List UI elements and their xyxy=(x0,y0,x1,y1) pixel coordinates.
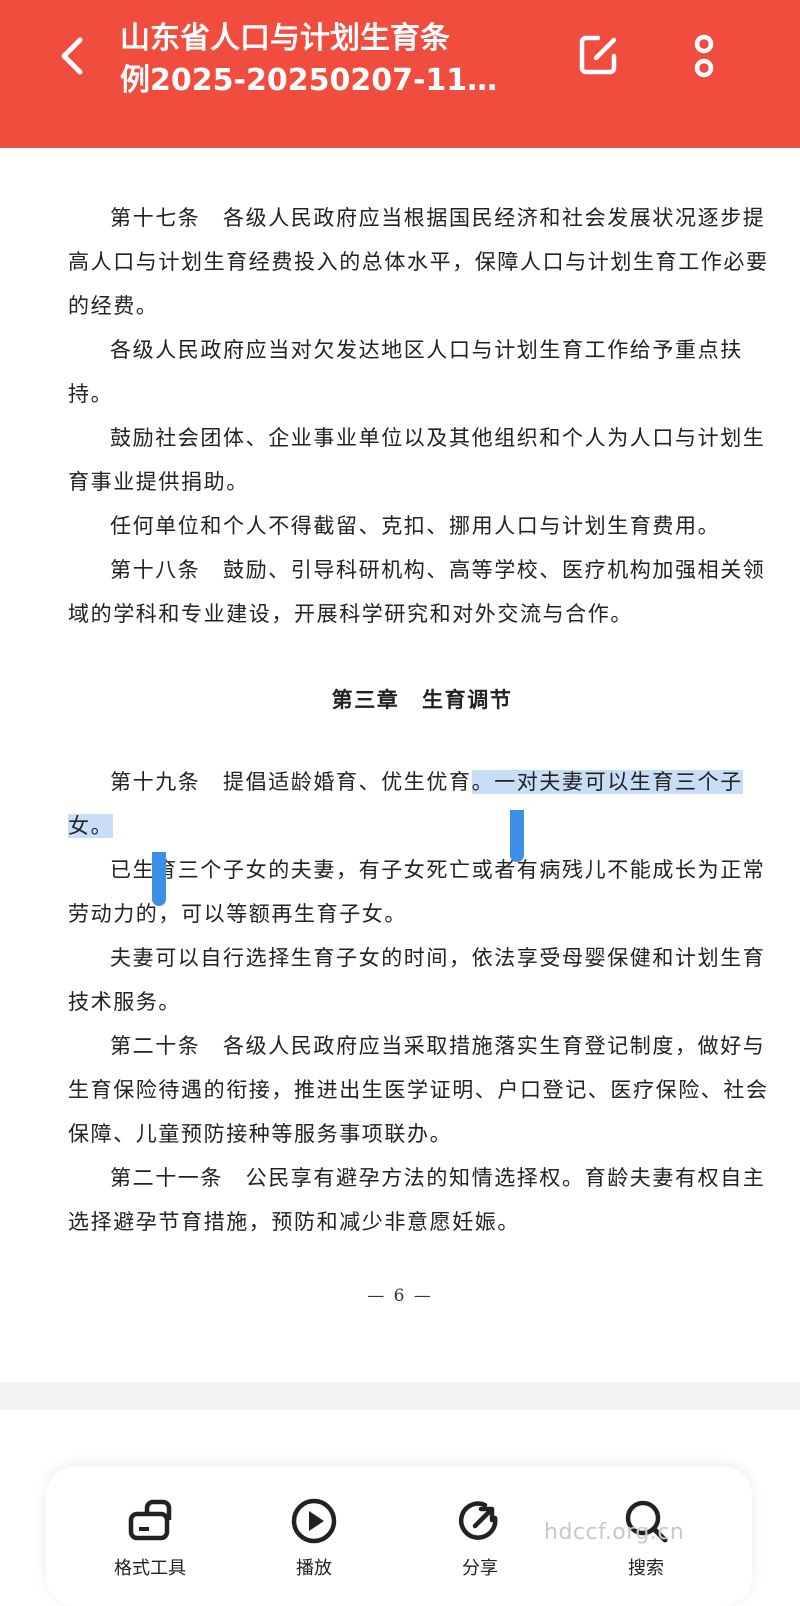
back-button[interactable] xyxy=(52,34,92,78)
play-label: 播放 xyxy=(296,1558,332,1579)
article-20: 第二十条 各级人民政府应当采取措施落实生育登记制度，做好与生育保险待遇的衔接，推… xyxy=(68,1034,769,1146)
article-21: 第二十一条 公民享有避孕方法的知情选择权。育龄夫妻有权自主选择避孕节育措施，预防… xyxy=(68,1166,766,1234)
chapter-title: 第三章 生育调节 xyxy=(331,688,513,712)
article-17-paragraph-3: 鼓励社会团体、企业事业单位以及其他组织和个人为人口与计划生育事业提供捐助。 xyxy=(68,426,766,494)
edit-icon xyxy=(579,35,617,75)
app-header: 山东省人口与计划生育条 例2025-20250207-11… xyxy=(0,0,800,148)
document-title: 山东省人口与计划生育条 例2025-20250207-11… xyxy=(120,18,540,102)
play-button[interactable]: 播放 xyxy=(254,1496,374,1580)
title-line-2: 例2025-20250207-11… xyxy=(120,63,498,98)
watermark: hdccf.org.cn xyxy=(544,1520,685,1545)
chevron-left-icon xyxy=(61,37,83,75)
more-vertical-icon xyxy=(694,34,714,78)
title-line-1: 山东省人口与计划生育条 xyxy=(120,21,450,56)
play-icon xyxy=(291,1498,337,1544)
article-17-paragraph-2: 各级人民政府应当对欠发达地区人口与计划生育工作给予重点扶持。 xyxy=(68,338,743,406)
selection-end-handle[interactable] xyxy=(152,852,166,906)
format-tools-label: 格式工具 xyxy=(114,1558,186,1579)
document-body: 第十七条 各级人民政府应当根据国民经济和社会发展状况逐步提高人口与计划生育经费投… xyxy=(68,196,776,1244)
article-19-paragraph-2: 已生育三个子女的夫妻，有子女死亡或者有病残儿不能成长为正常劳动力的，可以等额再生… xyxy=(68,858,766,926)
edit-button[interactable] xyxy=(574,30,624,80)
article-17: 第十七条 各级人民政府应当根据国民经济和社会发展状况逐步提高人口与计划生育经费投… xyxy=(68,206,769,318)
article-19[interactable]: 第十九条 提倡适龄婚育、优生优育。一对夫妻可以生育三个子女。 xyxy=(68,760,776,848)
page-separator xyxy=(0,1382,800,1410)
share-label: 分享 xyxy=(462,1558,498,1579)
page-number: — 6 — xyxy=(367,1286,433,1306)
more-button[interactable] xyxy=(684,30,724,84)
share-icon xyxy=(458,1501,498,1540)
switch-format-icon xyxy=(128,1499,172,1541)
search-label: 搜索 xyxy=(628,1558,664,1579)
share-button[interactable]: 分享 xyxy=(420,1496,540,1580)
article-19-paragraph-3: 夫妻可以自行选择生育子女的时间，依法享受母婴保健和计划生育技术服务。 xyxy=(68,946,766,1014)
format-tools-button[interactable]: 格式工具 xyxy=(90,1496,210,1580)
article-19-text: 第十九条 提倡适龄婚育、优生优育 xyxy=(110,770,472,794)
article-18: 第十八条 鼓励、引导科研机构、高等学校、医疗机构加强相关领域的学科和专业建设，开… xyxy=(68,558,766,626)
selection-start-handle[interactable] xyxy=(510,810,524,862)
article-17-paragraph-4: 任何单位和个人不得截留、克扣、挪用人口与计划生育费用。 xyxy=(110,514,721,538)
